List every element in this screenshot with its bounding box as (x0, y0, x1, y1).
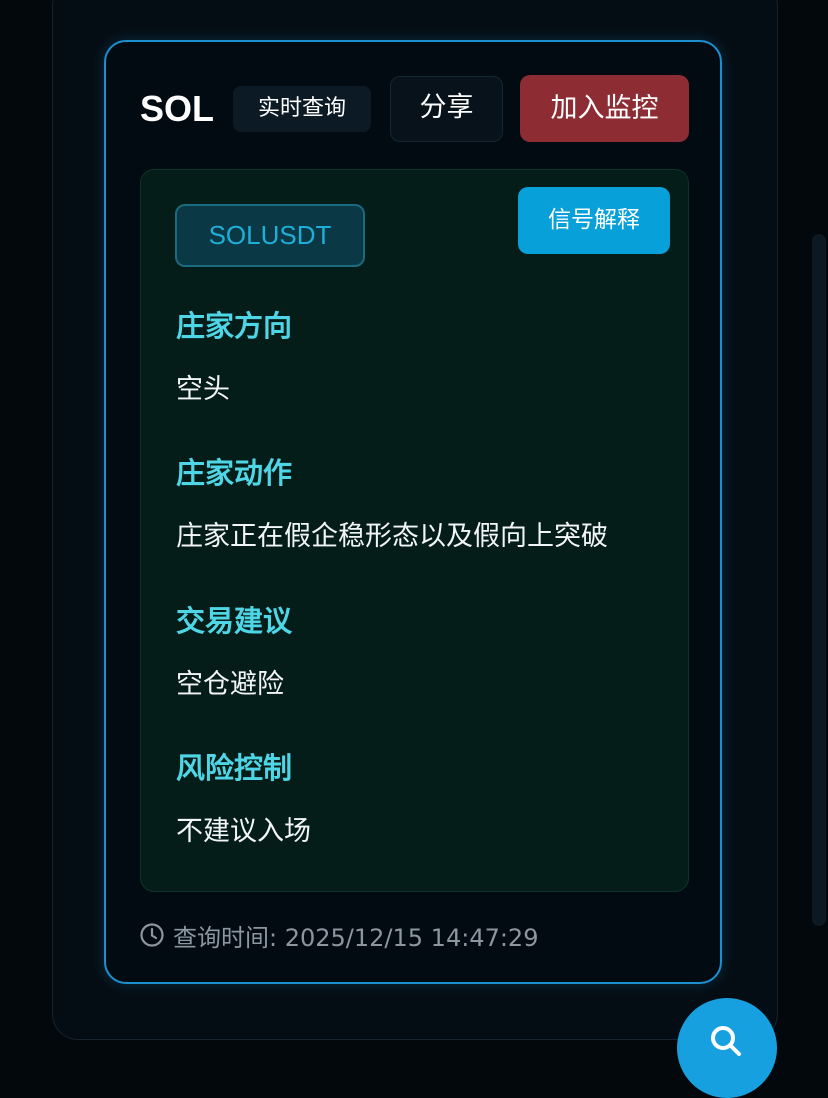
realtime-badge: 实时查询 (233, 86, 371, 132)
section-heading-action: 庄家动作 (176, 456, 293, 490)
pair-tag: SOLUSDT (175, 204, 365, 267)
symbol-title: SOL (140, 88, 215, 129)
share-button[interactable]: 分享 (390, 76, 503, 142)
query-time: 查询时间: 2025/12/15 14:47:29 (139, 918, 538, 952)
search-icon (711, 1026, 741, 1056)
section-value-advice: 空仓避险 (176, 669, 284, 700)
section-heading-advice: 交易建议 (176, 604, 293, 638)
section-heading-risk: 风险控制 (176, 751, 293, 785)
section-value-action: 庄家正在假企稳形态以及假向上突破 (176, 521, 608, 552)
section-value-direction: 空头 (176, 374, 230, 405)
floating-action-button[interactable] (677, 998, 777, 1098)
scrollbar[interactable] (812, 234, 826, 926)
signal-explain-button[interactable]: 信号解释 (518, 187, 670, 254)
query-time-text: 查询时间: 2025/12/15 14:47:29 (173, 923, 539, 952)
clock-icon (139, 922, 165, 948)
add-monitor-button[interactable]: 加入监控 (520, 75, 689, 142)
section-heading-direction: 庄家方向 (176, 309, 293, 343)
section-value-risk: 不建议入场 (176, 816, 311, 847)
